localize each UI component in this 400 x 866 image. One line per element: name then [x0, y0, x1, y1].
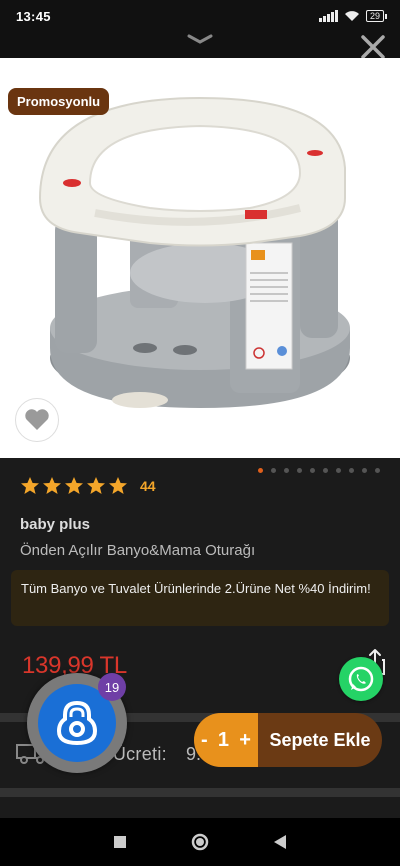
triangle-back-icon [274, 835, 286, 849]
notification-badge: 19 [98, 673, 126, 701]
star-icon [43, 477, 61, 494]
product-image[interactable]: Promosyonlu [0, 58, 400, 458]
add-to-cart-button[interactable]: Sepete Ekle [258, 730, 382, 751]
promo-badge: Promosyonlu [8, 88, 110, 115]
rating-count: 44 [140, 478, 156, 494]
heart-icon [25, 409, 49, 430]
status-icons: 29 [318, 10, 388, 22]
star-icon [21, 477, 39, 494]
carousel-dot[interactable] [297, 468, 302, 473]
brand-name[interactable]: baby plus [20, 516, 90, 533]
status-time: 13:45 [16, 8, 51, 24]
divider [0, 788, 400, 797]
carousel-dot[interactable] [271, 468, 276, 473]
carousel-dot[interactable] [349, 468, 354, 473]
quantity-stepper: - 1 + [194, 713, 258, 767]
wifi-icon [344, 11, 359, 21]
star-icon [65, 477, 83, 494]
top-bar [0, 32, 400, 60]
battery-icon: 29 [365, 10, 388, 22]
recent-apps-button[interactable] [111, 833, 129, 851]
carousel-dot[interactable] [310, 468, 315, 473]
cart-bar: - 1 + Sepete Ekle [194, 713, 382, 767]
close-icon[interactable] [360, 34, 386, 60]
star-icon [87, 477, 105, 494]
carousel-dots [258, 468, 380, 473]
signal-icon [318, 10, 338, 22]
rating-stars [20, 476, 128, 496]
quantity-increase-button[interactable]: + [239, 729, 251, 752]
chevron-down-icon[interactable] [186, 32, 214, 48]
carousel-dot[interactable] [284, 468, 289, 473]
carousel-dot[interactable] [362, 468, 367, 473]
product-title: Önden Açılır Banyo&Mama Oturağı [20, 542, 256, 559]
system-nav-bar [0, 818, 400, 866]
whatsapp-icon [348, 666, 374, 692]
favorite-button[interactable] [15, 398, 59, 442]
assistant-logo-icon [56, 700, 98, 746]
quantity-decrease-button[interactable]: - [201, 729, 208, 752]
bath-seat-image [38, 96, 350, 408]
rating-row[interactable]: 44 [20, 476, 156, 496]
carousel-dot[interactable] [258, 468, 263, 473]
square-icon [114, 836, 126, 848]
status-bar: 13:45 29 [0, 0, 400, 32]
promotion-box[interactable]: Tüm Banyo ve Tuvalet Ürünlerinde 2.Ürüne… [11, 570, 389, 626]
whatsapp-button[interactable] [339, 657, 383, 701]
circle-icon [191, 833, 209, 851]
carousel-dot[interactable] [375, 468, 380, 473]
quantity-value: 1 [217, 728, 230, 751]
carousel-dot[interactable] [336, 468, 341, 473]
carousel-dot[interactable] [323, 468, 328, 473]
star-icon [109, 477, 127, 494]
home-button[interactable] [191, 833, 209, 851]
back-button[interactable] [271, 833, 289, 851]
